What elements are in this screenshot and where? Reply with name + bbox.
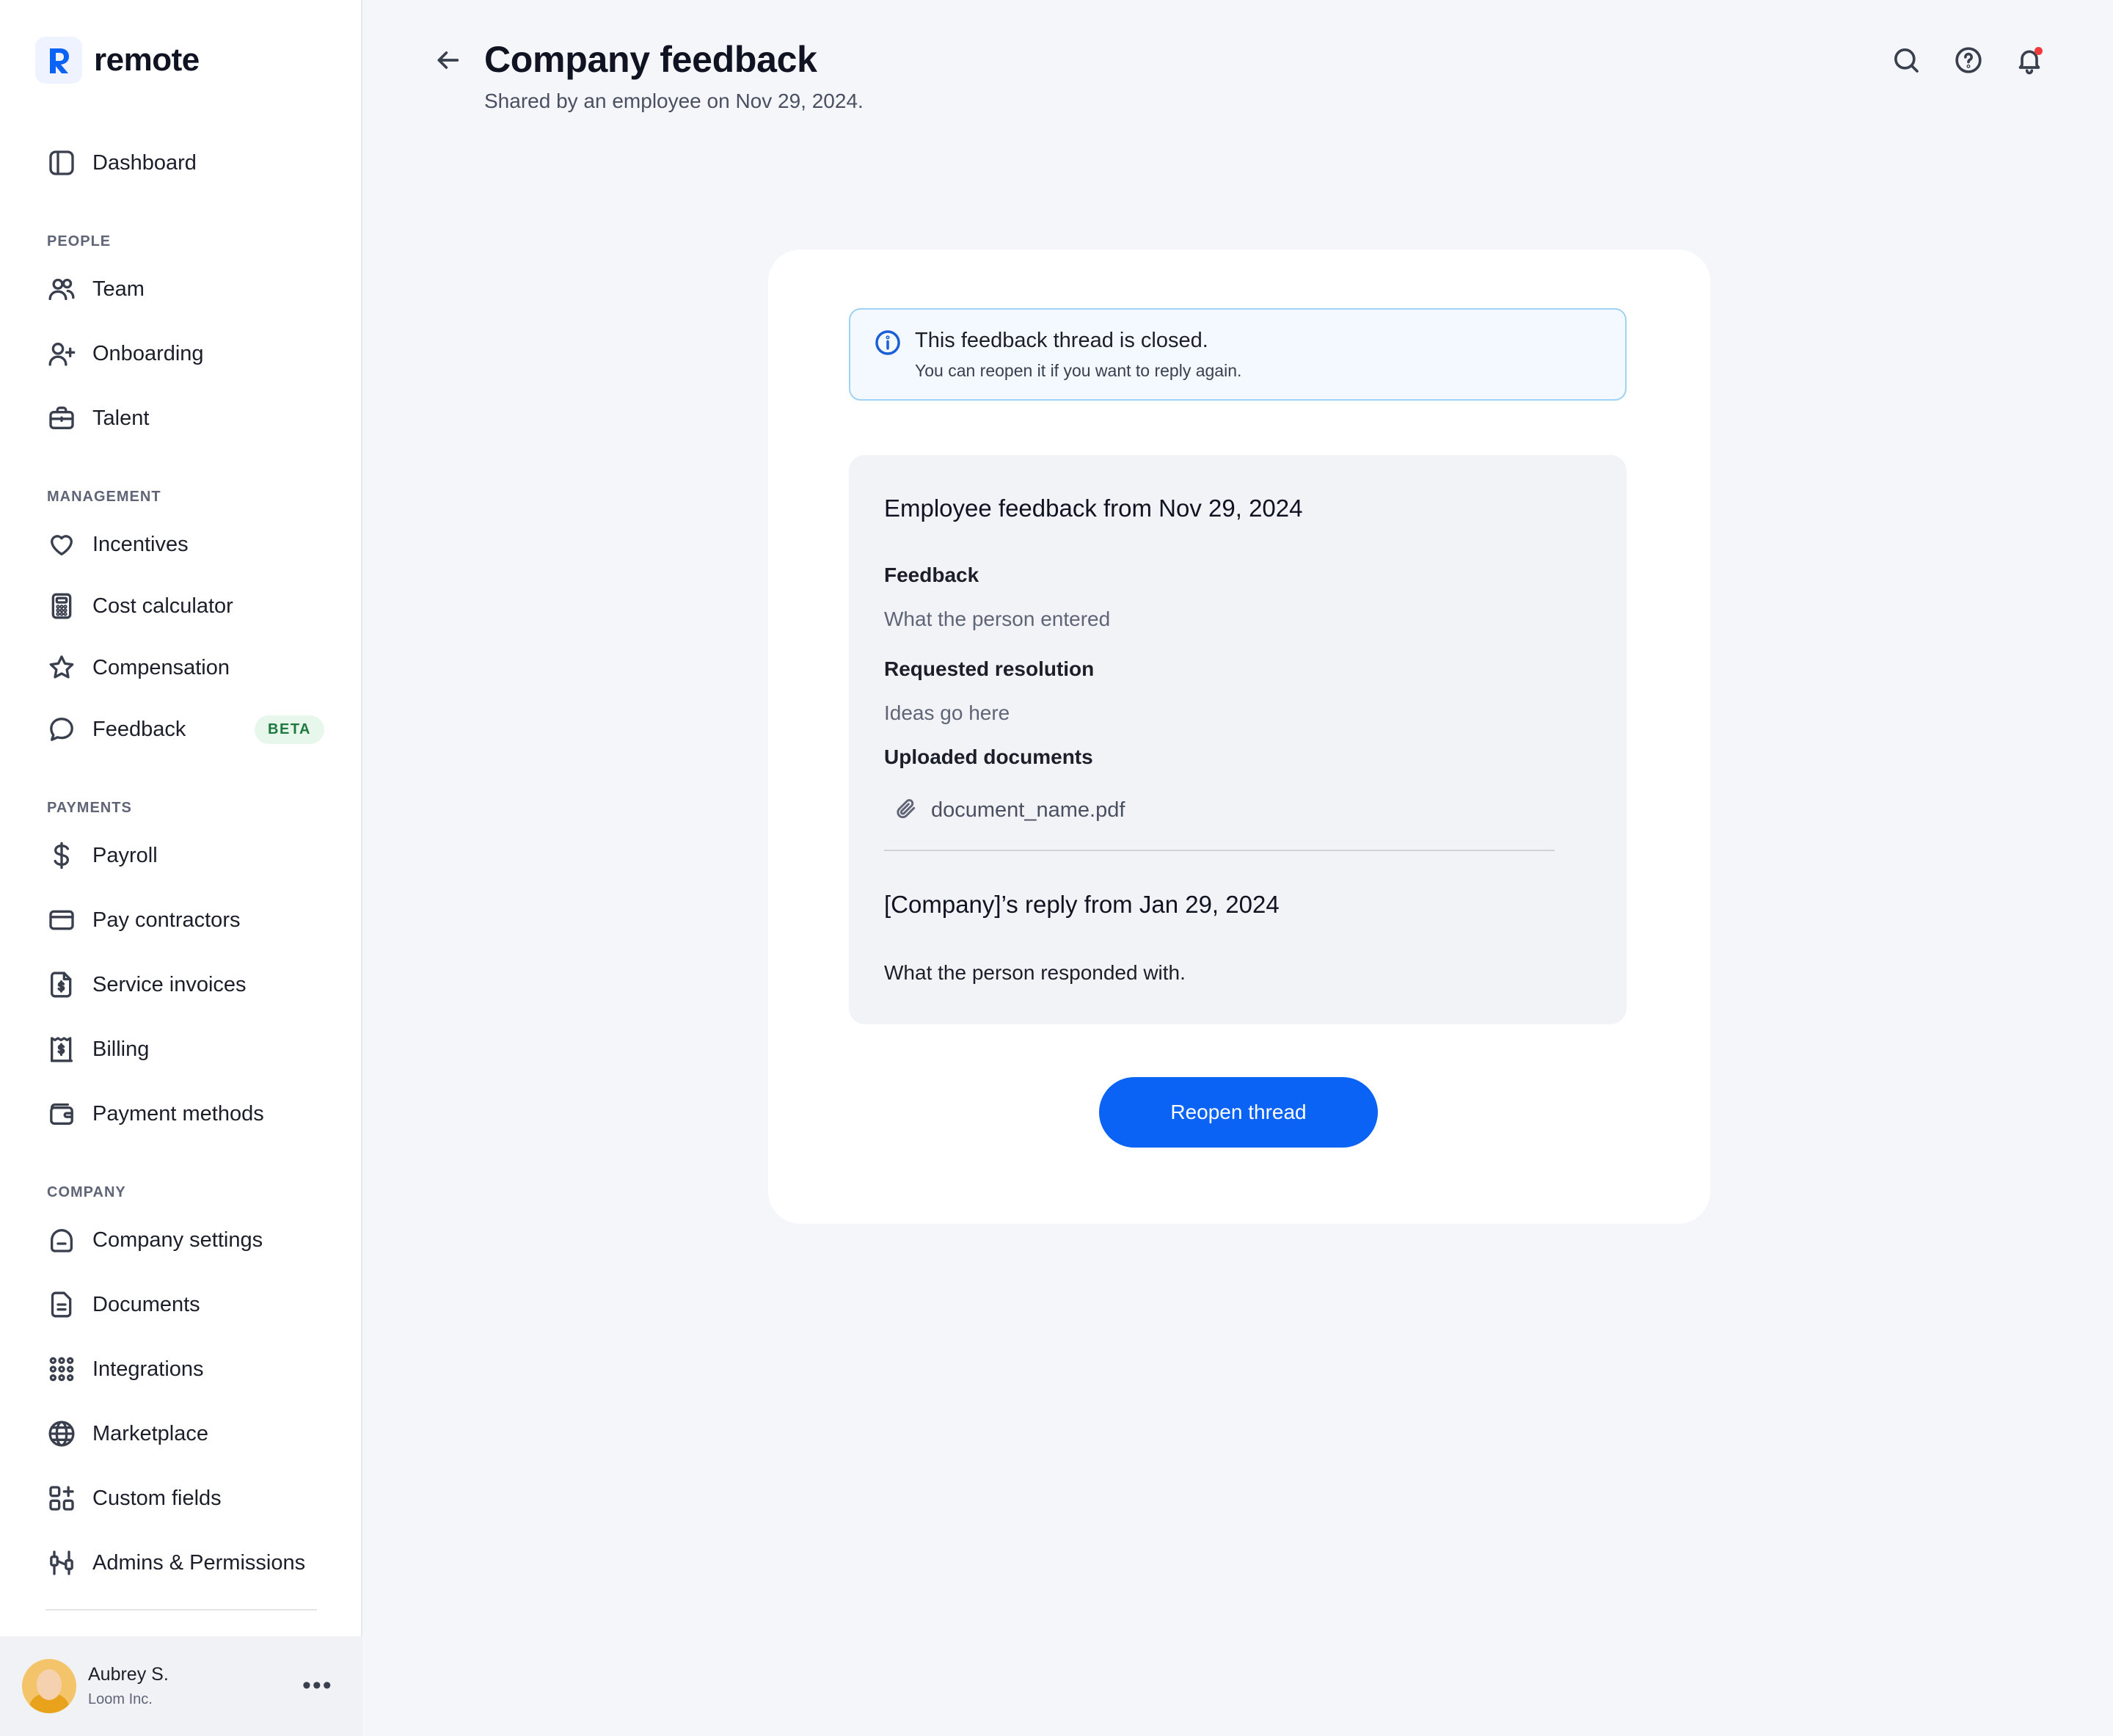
reply-text: What the person responded with. — [884, 961, 1186, 984]
sidebar-layout-icon — [45, 147, 78, 179]
sidebar-item-label: Incentives — [92, 532, 189, 556]
feedback-card: This feedback thread is closed. You can … — [768, 249, 1710, 1224]
user-meta: Aubrey S. Loom Inc. — [88, 1664, 169, 1708]
calculator-icon — [45, 590, 78, 622]
sidebar-item-payroll[interactable]: Payroll — [45, 835, 324, 876]
sidebar-item-label: Pay contractors — [92, 908, 241, 932]
attachment-link[interactable]: document_name.pdf — [894, 797, 1125, 824]
avatar — [22, 1659, 76, 1713]
sidebar-item-label: Documents — [92, 1292, 200, 1316]
sidebar-item-label: Payment methods — [92, 1101, 264, 1126]
sidebar-item-label: Integrations — [92, 1357, 204, 1381]
alert-text: You can reopen it if you want to reply a… — [915, 361, 1242, 380]
sidebar: remote Dashboard PEOPLE Team Onboarding … — [0, 0, 362, 1736]
info-icon — [874, 329, 902, 357]
search-icon[interactable] — [1891, 45, 1921, 75]
company-icon — [45, 1224, 78, 1256]
section-label-management: MANAGEMENT — [47, 489, 161, 505]
reopen-thread-button[interactable]: Reopen thread — [1099, 1077, 1378, 1148]
brand-name: remote — [94, 42, 200, 78]
sidebar-item-label: Service invoices — [92, 972, 247, 996]
beta-badge: BETA — [255, 715, 324, 744]
feedback-label: Feedback — [884, 564, 979, 586]
sidebar-item-service-invoices[interactable]: Service invoices — [45, 964, 324, 1005]
globe-icon — [45, 1418, 78, 1450]
sidebar-item-integrations[interactable]: Integrations — [45, 1349, 324, 1390]
resolution-label: Requested resolution — [884, 657, 1095, 680]
sidebar-item-label: Onboarding — [92, 341, 204, 365]
back-arrow-icon[interactable] — [433, 45, 462, 75]
invoice-icon — [45, 969, 78, 1001]
more-options-icon[interactable]: ••• — [302, 1671, 333, 1700]
bell-icon[interactable] — [2015, 45, 2044, 75]
feedback-value: What the person entered — [884, 608, 1111, 630]
documents-label: Uploaded documents — [884, 745, 1093, 768]
user-panel[interactable]: Aubrey S. Loom Inc. ••• — [0, 1636, 362, 1736]
sidebar-item-label: Talent — [92, 406, 150, 430]
resolution-value: Ideas go here — [884, 701, 1010, 724]
section-label-company: COMPANY — [47, 1184, 126, 1200]
sidebar-item-label: Payroll — [92, 843, 158, 867]
notification-dot — [2034, 47, 2043, 55]
section-label-payments: PAYMENTS — [47, 800, 132, 816]
remote-logo-icon — [35, 37, 82, 84]
sidebar-item-documents[interactable]: Documents — [45, 1284, 324, 1325]
sidebar-divider — [45, 1609, 317, 1611]
user-company: Loom Inc. — [88, 1691, 153, 1707]
sidebar-item-label: Feedback — [92, 717, 186, 741]
document-icon — [45, 1288, 78, 1321]
panel-divider — [884, 850, 1555, 851]
users-icon — [45, 273, 78, 305]
sidebar-item-marketplace[interactable]: Marketplace — [45, 1413, 324, 1454]
sidebar-item-team[interactable]: Team — [45, 269, 324, 310]
paperclip-icon — [894, 797, 918, 824]
sliders-icon — [45, 1547, 78, 1579]
sidebar-item-label: Compensation — [92, 655, 230, 679]
sidebar-item-dashboard[interactable]: Dashboard — [45, 142, 324, 183]
sidebar-item-label: Admins & Permissions — [92, 1550, 306, 1575]
sidebar-item-label: Cost calculator — [92, 594, 233, 618]
sidebar-item-label: Custom fields — [92, 1486, 222, 1510]
section-label-people: PEOPLE — [47, 233, 112, 249]
sidebar-item-label: Marketplace — [92, 1421, 208, 1445]
alert-title: This feedback thread is closed. — [915, 329, 1208, 352]
sidebar-item-label: Billing — [92, 1037, 150, 1061]
sidebar-item-label: Dashboard — [92, 150, 197, 175]
sidebar-item-custom-fields[interactable]: Custom fields — [45, 1478, 324, 1519]
sidebar-item-label: Team — [92, 277, 145, 301]
page-title: Company feedback — [484, 39, 817, 80]
sidebar-item-feedback[interactable]: Feedback BETA — [45, 709, 324, 750]
sidebar-item-payment-methods[interactable]: Payment methods — [45, 1093, 324, 1134]
grid-dots-icon — [45, 1353, 78, 1385]
sidebar-item-pay-contractors[interactable]: Pay contractors — [45, 900, 324, 941]
custom-fields-icon — [45, 1482, 78, 1514]
reply-title: [Company]’s reply from Jan 29, 2024 — [884, 891, 1280, 918]
help-icon[interactable] — [1954, 45, 1983, 75]
user-name: Aubrey S. — [88, 1664, 169, 1685]
sidebar-item-cost-calculator[interactable]: Cost calculator — [45, 586, 324, 627]
user-plus-icon — [45, 338, 78, 370]
page-subtitle: Shared by an employee on Nov 29, 2024. — [484, 90, 864, 112]
attachment-name: document_name.pdf — [931, 798, 1125, 822]
chat-bubble-icon — [45, 713, 78, 745]
sidebar-item-label: Company settings — [92, 1228, 263, 1252]
sidebar-item-billing[interactable]: Billing — [45, 1029, 324, 1070]
logo[interactable]: remote — [35, 37, 200, 84]
sidebar-item-incentives[interactable]: Incentives — [45, 524, 324, 565]
receipt-icon — [45, 1033, 78, 1065]
sidebar-item-onboarding[interactable]: Onboarding — [45, 333, 324, 374]
credit-card-icon — [45, 904, 78, 936]
briefcase-icon — [45, 402, 78, 434]
sidebar-item-company-settings[interactable]: Company settings — [45, 1219, 324, 1261]
star-icon — [45, 652, 78, 684]
heart-icon — [45, 528, 78, 561]
closed-thread-alert: This feedback thread is closed. You can … — [849, 308, 1627, 401]
feedback-title: Employee feedback from Nov 29, 2024 — [884, 495, 1303, 522]
dollar-icon — [45, 839, 78, 872]
sidebar-item-talent[interactable]: Talent — [45, 398, 324, 439]
wallet-icon — [45, 1098, 78, 1130]
sidebar-item-admins-permissions[interactable]: Admins & Permissions — [45, 1542, 324, 1583]
feedback-panel: Employee feedback from Nov 29, 2024 Feed… — [849, 455, 1627, 1024]
sidebar-item-compensation[interactable]: Compensation — [45, 647, 324, 688]
